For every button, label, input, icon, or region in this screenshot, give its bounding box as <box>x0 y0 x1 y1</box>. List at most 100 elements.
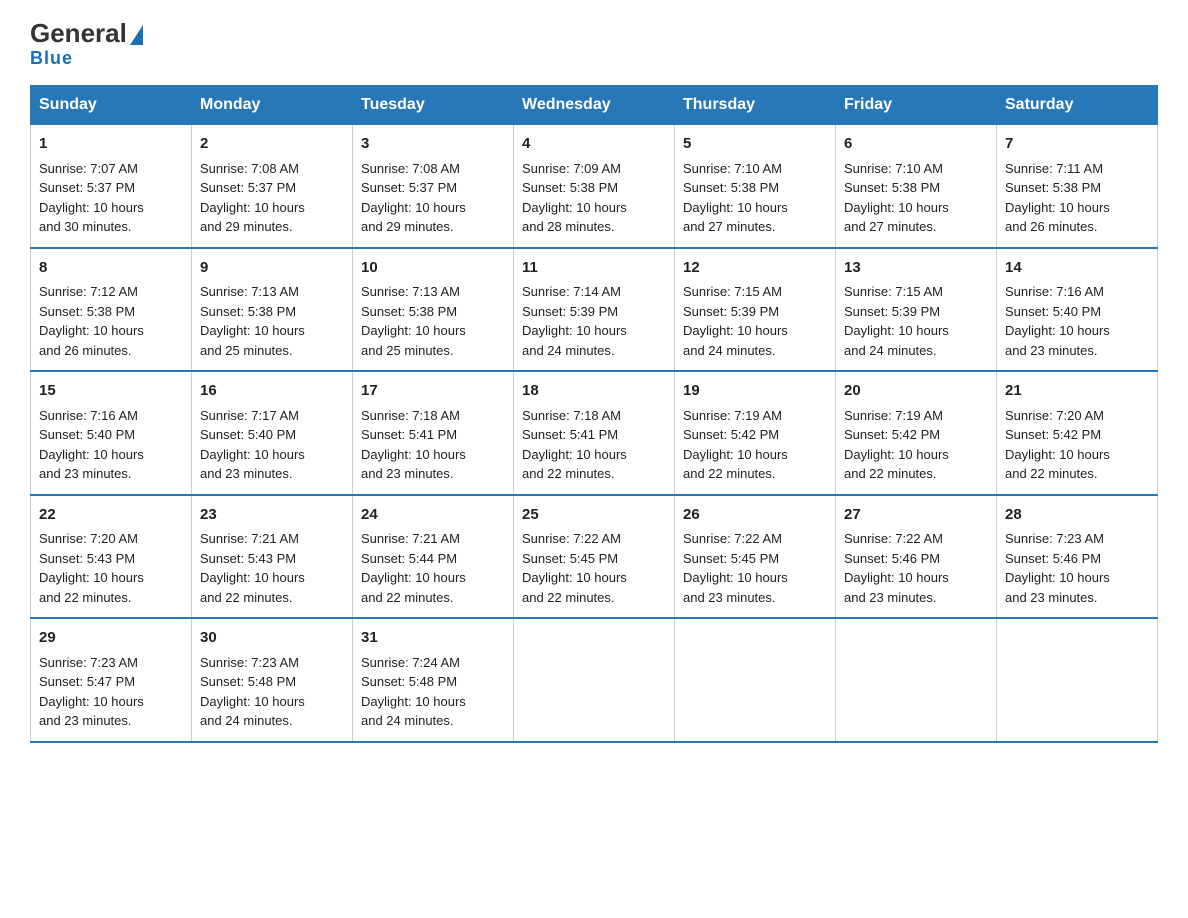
calendar-cell: 26Sunrise: 7:22 AMSunset: 5:45 PMDayligh… <box>675 495 836 619</box>
day-number: 4 <box>522 133 666 156</box>
daylight-text: Daylight: 10 hours <box>1005 323 1110 338</box>
calendar-header-row: SundayMondayTuesdayWednesdayThursdayFrid… <box>31 86 1158 125</box>
calendar-cell: 5 Sunrise: 7:10 AM Sunset: 5:38 PM Daylight… <box>675 125 836 248</box>
sunset-text: Sunset: 5:43 PM <box>39 551 135 566</box>
sunset-text: Sunset: 5:44 PM <box>361 551 457 566</box>
sunrise-text: Sunrise: 7:24 AM <box>361 655 460 670</box>
daylight-minutes: and 23 minutes. <box>200 466 293 481</box>
calendar-cell: 6Sunrise: 7:10 AMSunset: 5:38 PMDaylight… <box>836 125 997 248</box>
sunrise-text: Sunrise: 7:07 AM <box>39 161 138 176</box>
calendar-cell: 11Sunrise: 7:14 AMSunset: 5:39 PMDayligh… <box>514 248 675 372</box>
calendar-cell: 12Sunrise: 7:15 AMSunset: 5:39 PMDayligh… <box>675 248 836 372</box>
daylight-text: Daylight: 10 hours <box>683 570 788 585</box>
day-number: 5 <box>683 133 827 156</box>
daylight-minutes: and 22 minutes. <box>844 466 937 481</box>
daylight-text: Daylight: 10 hours <box>522 323 627 338</box>
daylight-minutes: and 25 minutes. <box>361 343 454 358</box>
column-header-friday: Friday <box>836 86 997 125</box>
sunrise-text: Sunrise: 7:23 AM <box>200 655 299 670</box>
calendar-cell: 23Sunrise: 7:21 AMSunset: 5:43 PMDayligh… <box>192 495 353 619</box>
column-header-thursday: Thursday <box>675 86 836 125</box>
sunrise-text: Sunrise: 7:23 AM <box>39 655 138 670</box>
daylight-minutes: and 27 minutes. <box>844 219 937 234</box>
sunset-text: Sunset: 5:40 PM <box>1005 304 1101 319</box>
daylight-text: Daylight: 10 hours <box>1005 200 1110 215</box>
daylight-text: Daylight: 10 hours <box>522 447 627 462</box>
calendar-cell: 1Sunrise: 7:07 AMSunset: 5:37 PMDaylight… <box>31 125 192 248</box>
calendar-cell: 2Sunrise: 7:08 AMSunset: 5:37 PMDaylight… <box>192 125 353 248</box>
day-number: 14 <box>1005 257 1149 280</box>
sunset-text: Sunset: 5:38 PM <box>683 180 779 195</box>
day-number: 30 <box>200 627 344 650</box>
daylight-minutes: and 29 minutes. <box>361 219 454 234</box>
sunset-text: Sunset: 5:43 PM <box>200 551 296 566</box>
sunrise-text: Sunrise: 7:12 AM <box>39 284 138 299</box>
daylight-text: Daylight: 10 hours <box>200 200 305 215</box>
daylight-minutes: and 27 minutes. <box>683 219 776 234</box>
calendar-cell: 15Sunrise: 7:16 AMSunset: 5:40 PMDayligh… <box>31 371 192 495</box>
day-number: 13 <box>844 257 988 280</box>
daylight-minutes: and 22 minutes. <box>200 590 293 605</box>
calendar-cell: 28Sunrise: 7:23 AMSunset: 5:46 PMDayligh… <box>997 495 1158 619</box>
sunrise-text: Sunrise: 7:08 AM <box>361 161 460 176</box>
daylight-minutes: and 23 minutes. <box>683 590 776 605</box>
sunset-text: Sunset: 5:38 PM <box>844 180 940 195</box>
daylight-minutes: and 26 minutes. <box>1005 219 1098 234</box>
daylight-text: Daylight: 10 hours <box>361 570 466 585</box>
daylight-minutes: and 25 minutes. <box>200 343 293 358</box>
day-number: 3 <box>361 133 505 156</box>
daylight-text: Daylight: 10 hours <box>844 447 949 462</box>
sunset-text: Sunset: 5:38 PM <box>522 180 618 195</box>
sunrise-text: Sunrise: 7:14 AM <box>522 284 621 299</box>
calendar-cell <box>997 618 1158 742</box>
calendar-cell: 16Sunrise: 7:17 AMSunset: 5:40 PMDayligh… <box>192 371 353 495</box>
week-row-5: 29Sunrise: 7:23 AMSunset: 5:47 PMDayligh… <box>31 618 1158 742</box>
sunset-text: Sunset: 5:38 PM <box>39 304 135 319</box>
day-number: 8 <box>39 257 183 280</box>
daylight-minutes: and 22 minutes. <box>683 466 776 481</box>
sunset-text: Sunset: 5:39 PM <box>844 304 940 319</box>
calendar-cell: 24Sunrise: 7:21 AMSunset: 5:44 PMDayligh… <box>353 495 514 619</box>
daylight-text: Daylight: 10 hours <box>522 570 627 585</box>
daylight-text: Daylight: 10 hours <box>844 200 949 215</box>
daylight-text: Daylight: 10 hours <box>1005 447 1110 462</box>
week-row-3: 15Sunrise: 7:16 AMSunset: 5:40 PMDayligh… <box>31 371 1158 495</box>
sunrise-text: Sunrise: 7:22 AM <box>522 531 621 546</box>
day-number: 7 <box>1005 133 1149 156</box>
daylight-minutes: and 23 minutes. <box>361 466 454 481</box>
daylight-minutes: and 23 minutes. <box>39 466 132 481</box>
sunrise-text: Sunrise: 7:17 AM <box>200 408 299 423</box>
calendar-cell: 25Sunrise: 7:22 AMSunset: 5:45 PMDayligh… <box>514 495 675 619</box>
sunset-text: Sunset: 5:37 PM <box>39 180 135 195</box>
sunrise-text: Sunrise: 7:10 AM <box>844 161 943 176</box>
daylight-text: Daylight: 10 hours <box>361 694 466 709</box>
daylight-minutes: and 22 minutes. <box>522 466 615 481</box>
daylight-minutes: and 23 minutes. <box>844 590 937 605</box>
daylight-text: Daylight: 10 hours <box>683 200 788 215</box>
daylight-minutes: and 28 minutes. <box>522 219 615 234</box>
daylight-text: Daylight: 10 hours <box>39 200 144 215</box>
day-number: 9 <box>200 257 344 280</box>
calendar-cell: 22Sunrise: 7:20 AMSunset: 5:43 PMDayligh… <box>31 495 192 619</box>
daylight-minutes: and 22 minutes. <box>1005 466 1098 481</box>
calendar-cell: 9Sunrise: 7:13 AMSunset: 5:38 PMDaylight… <box>192 248 353 372</box>
day-number: 31 <box>361 627 505 650</box>
daylight-minutes: and 23 minutes. <box>39 713 132 728</box>
daylight-text: Daylight: 10 hours <box>200 447 305 462</box>
daylight-text: Daylight: 10 hours <box>200 694 305 709</box>
sunrise-text: Sunrise: 7:10 AM <box>683 161 782 176</box>
calendar-cell: 8Sunrise: 7:12 AMSunset: 5:38 PMDaylight… <box>31 248 192 372</box>
sunset-text: Sunset: 5:38 PM <box>200 304 296 319</box>
daylight-minutes: and 24 minutes. <box>200 713 293 728</box>
sunrise-text: Sunrise: 7:19 AM <box>683 408 782 423</box>
calendar-cell: 7Sunrise: 7:11 AMSunset: 5:38 PMDaylight… <box>997 125 1158 248</box>
daylight-minutes: and 22 minutes. <box>522 590 615 605</box>
sunrise-text: Sunrise: 7:11 AM <box>1005 161 1103 176</box>
day-number: 18 <box>522 380 666 403</box>
column-header-tuesday: Tuesday <box>353 86 514 125</box>
daylight-text: Daylight: 10 hours <box>522 200 627 215</box>
sunset-text: Sunset: 5:45 PM <box>522 551 618 566</box>
day-number: 28 <box>1005 504 1149 527</box>
daylight-minutes: and 24 minutes. <box>844 343 937 358</box>
day-number: 10 <box>361 257 505 280</box>
